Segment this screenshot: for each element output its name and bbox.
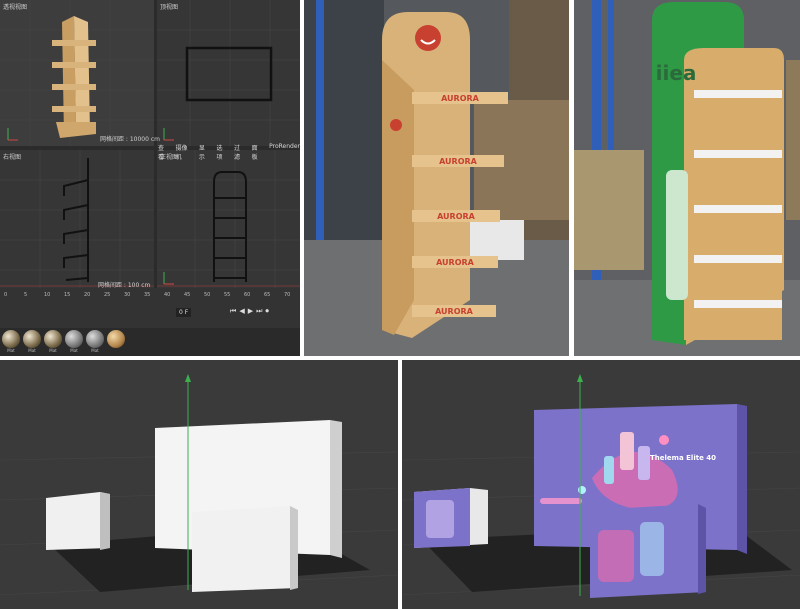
aurora-photo-canvas: AURORA AURORA AURORA AURORA AURORA (304, 0, 569, 356)
tick-label: 0 (4, 292, 8, 298)
material-swatch[interactable]: Mat (23, 330, 41, 354)
timeline-ticks: 0 5 10 15 20 25 30 35 40 45 50 55 60 65 … (0, 292, 300, 300)
right-viewport[interactable] (0, 150, 154, 288)
current-frame-field[interactable]: 0 F (176, 308, 192, 317)
tick-label: 20 (84, 292, 91, 298)
iiea-shelf: iiea (652, 2, 784, 345)
tick-label: 35 (144, 292, 151, 298)
top-viewport[interactable] (157, 0, 300, 146)
viewport-label-perspective: 透视视图 (3, 4, 28, 11)
material-swatch[interactable] (107, 330, 125, 354)
tick-label: 55 (224, 292, 231, 298)
record-icon[interactable]: ⏺ (265, 307, 269, 316)
menu-item-filter[interactable]: 过滤 (234, 143, 246, 161)
booth-branded-canvas: Thelema Elite 40 (402, 374, 800, 598)
shelf-brand-label: AURORA (436, 258, 475, 267)
cad-viewport-panel: 透视视图 顶视图 右视图 正视图 网格间距 : 10000 cm 网格间距 : … (0, 0, 300, 356)
tick-label: 15 (64, 292, 71, 298)
menu-item-prorender[interactable]: ProRender (269, 143, 300, 161)
menu-item-display[interactable]: 显示 (199, 143, 211, 161)
aurora-shelf-photo: AURORA AURORA AURORA AURORA AURORA (304, 0, 569, 356)
go-to-start-icon[interactable]: ⏮ (230, 307, 236, 316)
aurora-side-logo-icon (390, 119, 402, 131)
timeline-bar[interactable]: 0 5 10 15 20 25 30 35 40 45 50 55 60 65 … (0, 288, 300, 328)
viewport-label-right: 右视图 (3, 154, 22, 161)
booth-render-plain (0, 360, 398, 609)
iiea-photo-canvas: iiea (574, 0, 800, 356)
booth-render-branded: Thelema Elite 40 (402, 360, 800, 609)
menu-item-view[interactable]: 查看 (158, 143, 170, 161)
shelf-brand-label: AURORA (435, 307, 474, 316)
material-swatch[interactable]: Mat (44, 330, 62, 354)
play-icon[interactable]: ▶ (248, 307, 253, 316)
booth-plain-canvas (0, 374, 398, 596)
tick-label: 5 (24, 292, 28, 298)
play-reverse-icon[interactable]: ◀ (239, 307, 244, 316)
tick-label: 10 (44, 292, 51, 298)
menu-item-panel[interactable]: 面板 (252, 143, 264, 161)
material-swatch[interactable]: Mat (65, 330, 83, 354)
tick-label: 50 (204, 292, 211, 298)
tick-label: 65 (264, 292, 271, 298)
shelf-brand-label: AURORA (441, 94, 480, 103)
banner-title: Thelema Elite 40 (650, 454, 716, 462)
shelf-brand-label: AURORA (439, 157, 478, 166)
material-swatch[interactable]: Mat (86, 330, 104, 354)
iiea-shelf-photo: iiea (574, 0, 800, 356)
front-counter (192, 506, 298, 592)
viewport-label-top: 顶视图 (160, 4, 179, 11)
tick-label: 60 (244, 292, 251, 298)
menu-item-camera[interactable]: 摄像机 (176, 143, 193, 161)
tick-label: 45 (184, 292, 191, 298)
grid-spacing-perspective: 网格间距 : 10000 cm (100, 136, 160, 143)
viewport-menu-bar: 查看 摄像机 显示 选项 过滤 面板 ProRender (158, 143, 300, 161)
aurora-logo-icon (415, 25, 441, 51)
menu-item-options[interactable]: 选项 (216, 143, 228, 161)
tick-label: 30 (124, 292, 131, 298)
material-swatch[interactable]: Mat (2, 330, 20, 354)
tick-label: 40 (164, 292, 171, 298)
tick-label: 70 (284, 292, 291, 298)
playback-controls: ⏮ ◀ ▶ ⏭ ⏺ (230, 307, 269, 316)
go-to-end-icon[interactable]: ⏭ (256, 307, 262, 316)
tick-label: 25 (104, 292, 111, 298)
shelf-brand-label: AURORA (437, 212, 476, 221)
material-manager: Mat Mat Mat Mat Mat (0, 328, 300, 356)
iiea-brand-logo: iiea (656, 61, 697, 85)
